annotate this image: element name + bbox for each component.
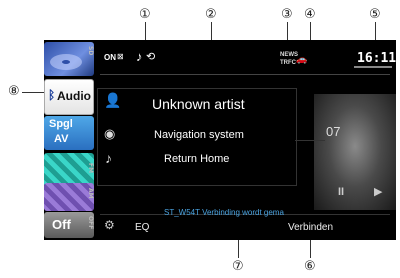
bluetooth-icon: ᛒ bbox=[48, 88, 56, 102]
source-off-small-label: OFF bbox=[87, 216, 94, 230]
callout-5: ⑤ bbox=[369, 7, 381, 22]
trfc-label: TRFC bbox=[280, 60, 296, 66]
source-audio-button[interactable]: ᛒ Audio bbox=[44, 79, 94, 115]
clock: 16:11 bbox=[357, 51, 396, 66]
settings-icon[interactable]: ⚙ bbox=[104, 218, 115, 232]
source-spgl-av-button[interactable]: Spgl AV bbox=[44, 116, 94, 150]
source-sd-label: SD bbox=[87, 46, 94, 56]
disc-icon bbox=[50, 54, 82, 70]
callout-1: ① bbox=[139, 7, 151, 22]
source-bar: SD ᛒ Audio Spgl AV FM AM Off OFF bbox=[44, 40, 96, 240]
callout-7: ⑦ bbox=[232, 259, 244, 274]
album-art bbox=[314, 94, 396, 210]
callout-3: ③ bbox=[281, 7, 293, 22]
eq-button[interactable]: EQ bbox=[135, 222, 149, 233]
source-spgl-label: Spgl bbox=[49, 118, 73, 130]
source-av-label: AV bbox=[54, 133, 69, 145]
music-note-icon: ♪ bbox=[136, 49, 143, 64]
info-panel-frame bbox=[97, 88, 297, 186]
source-audio-label: Audio bbox=[57, 89, 91, 103]
callout-4: ④ bbox=[304, 7, 316, 22]
leader-2-arm bbox=[295, 140, 325, 141]
bluetooth-status-text: ST_W54T Verbinding wordt gema bbox=[164, 208, 284, 217]
source-fm-label: FM bbox=[87, 163, 94, 174]
callout-6: ⑥ bbox=[304, 259, 316, 274]
clock-box: 16:11 bbox=[354, 50, 396, 68]
onoff-indicator: ON bbox=[104, 53, 116, 62]
callout-2: ② bbox=[205, 7, 217, 22]
traffic-car-icon: 🚗 bbox=[296, 54, 308, 64]
track-number: 07 bbox=[326, 124, 341, 139]
play-button[interactable]: ▶ bbox=[374, 185, 382, 198]
connect-button[interactable]: Verbinden bbox=[288, 222, 333, 233]
repeat-icon: ⟲ bbox=[146, 51, 156, 63]
top-divider bbox=[100, 74, 390, 75]
pause-button[interactable]: II bbox=[338, 186, 344, 198]
callout-8: ⑧ bbox=[8, 84, 20, 99]
onoff-x-icon: ⊠ bbox=[117, 52, 124, 61]
leader-8 bbox=[22, 92, 46, 93]
source-am-label: AM bbox=[87, 188, 94, 199]
source-off-label: Off bbox=[52, 217, 71, 232]
